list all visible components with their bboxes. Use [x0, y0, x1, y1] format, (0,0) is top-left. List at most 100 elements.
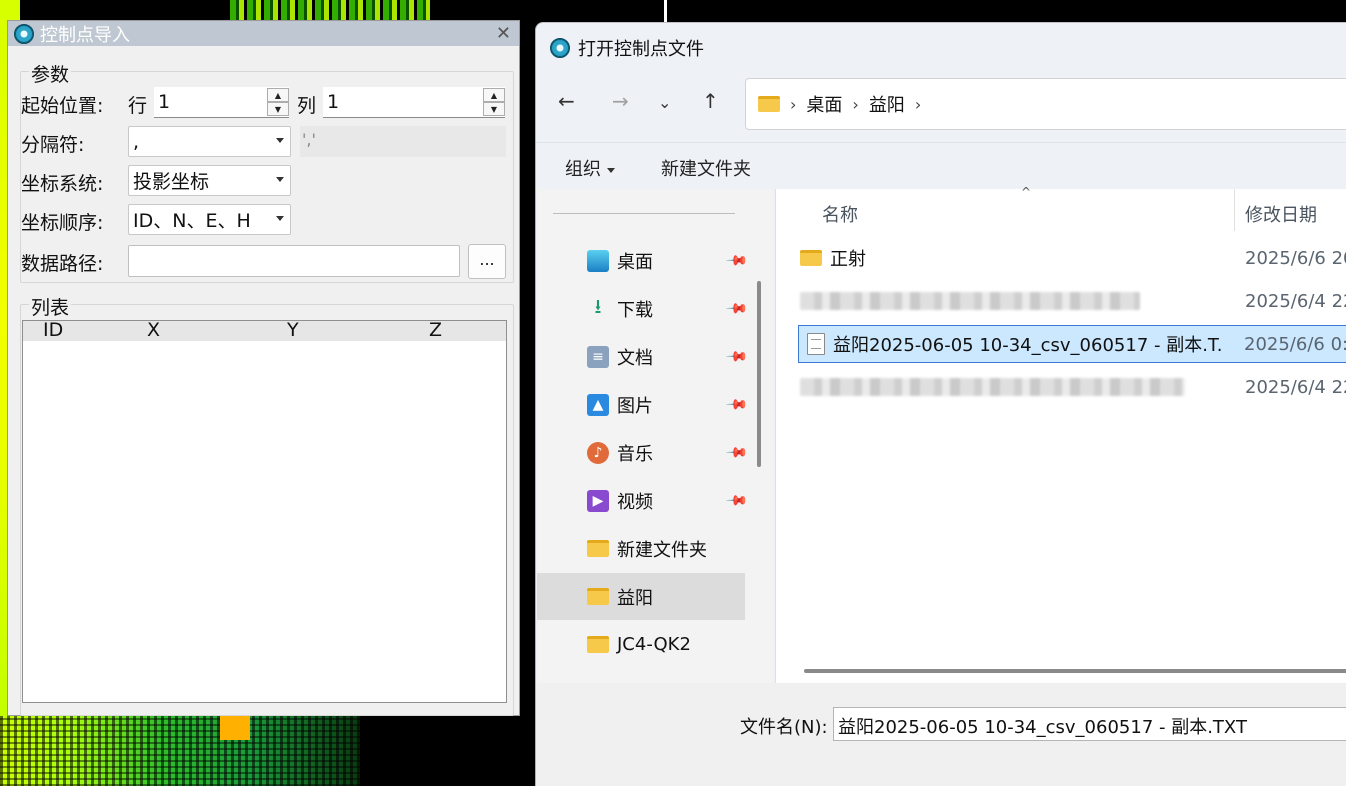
organize-button[interactable]: 组织 — [565, 155, 615, 181]
nav-item-desktop[interactable]: 桌面 📌 — [537, 237, 748, 284]
nav-item-jc4-qk2[interactable]: JC4-QK2 — [537, 621, 745, 668]
redacted-file-name — [800, 378, 1185, 396]
start-position-label: 起始位置: — [21, 95, 104, 117]
breadcrumb-desktop[interactable]: 桌面 — [806, 91, 842, 117]
breadcrumb-chevron-icon[interactable]: › — [790, 95, 796, 114]
address-bar[interactable]: › 桌面 › 益阳 › — [745, 78, 1346, 130]
file-toolbar: 组织 新建文件夹 — [536, 142, 1346, 188]
params-group-title: 参数 — [29, 60, 72, 87]
folder-icon — [587, 540, 609, 557]
nav-divider — [553, 213, 735, 214]
file-date: 2025/6/6 0: — [1244, 333, 1346, 355]
nav-item-downloads[interactable]: ⭳ 下载 📌 — [537, 285, 749, 332]
coord-system-combo[interactable]: 投影坐标 — [128, 165, 291, 196]
column-header-y[interactable]: Y — [287, 321, 299, 340]
point-cloud-strip-bottom — [0, 716, 360, 786]
nav-item-label: 下载 — [617, 299, 653, 321]
document-icon: ≡ — [587, 345, 609, 368]
column-spinbox[interactable]: 1 ▲ ▼ — [323, 87, 505, 118]
new-folder-button[interactable]: 新建文件夹 — [661, 155, 751, 181]
chevron-down-icon — [276, 216, 284, 221]
column-header-name[interactable]: 名称 — [822, 201, 858, 227]
row-down-icon[interactable]: ▼ — [267, 102, 289, 116]
coord-order-label: 坐标顺序: — [21, 212, 104, 234]
file-name: 益阳2025-06-05 10-34_csv_060517 - 副本.T... — [833, 335, 1221, 356]
up-arrow-icon[interactable]: ↑ — [702, 89, 719, 113]
column-label: 列 — [297, 95, 317, 117]
nav-item-documents[interactable]: ≡ 文档 📌 — [537, 333, 748, 380]
row-spinbox[interactable]: 1 ▲ ▼ — [154, 87, 289, 118]
column-header-z[interactable]: Z — [429, 321, 442, 340]
close-icon[interactable]: ✕ — [496, 23, 511, 44]
pin-icon[interactable]: 📌 — [724, 249, 748, 273]
column-header-x[interactable]: X — [147, 321, 160, 340]
nav-item-pictures[interactable]: ▲ 图片 📌 — [537, 381, 748, 428]
column-header-id[interactable]: ID — [43, 321, 63, 340]
list-group-title: 列表 — [29, 293, 72, 320]
column-separator[interactable] — [1234, 189, 1235, 231]
row-up-icon[interactable]: ▲ — [267, 88, 289, 102]
row-label: 行 — [128, 95, 148, 117]
file-date: 2025/6/4 22 — [1245, 376, 1346, 398]
browse-button[interactable]: ... — [468, 244, 506, 279]
column-up-icon[interactable]: ▲ — [483, 88, 505, 102]
desktop-icon — [587, 249, 609, 272]
download-icon: ⭳ — [594, 293, 602, 318]
list-item[interactable]: 正射 2025/6/6 20 — [800, 239, 1346, 277]
separator-preview: ',' — [300, 126, 506, 157]
breadcrumb-chevron-icon[interactable]: › — [915, 95, 921, 114]
pin-icon[interactable]: 📌 — [724, 441, 748, 465]
nav-item-new-folder[interactable]: 新建文件夹 — [537, 525, 745, 572]
navigation-pane: 桌面 📌 ⭳ 下载 📌 ≡ 文档 📌 ▲ 图片 📌 ♪ 音乐 📌 ▶ 视频 📌 — [537, 189, 773, 683]
nav-item-label: 桌面 — [617, 251, 653, 273]
point-cloud-strip-top — [230, 0, 430, 20]
file-dialog-title: 打开控制点文件 — [578, 39, 704, 60]
pictures-icon: ▲ — [587, 393, 609, 416]
coord-order-value: ID、N、E、H — [133, 210, 251, 232]
open-file-dialog: 打开控制点文件 ← → ⌄ ↑ › 桌面 › 益阳 › 组织 新建文件夹 桌面 … — [535, 22, 1346, 786]
nav-item-yiyang[interactable]: 益阳 — [537, 573, 745, 620]
nav-scrollbar[interactable] — [757, 281, 761, 467]
import-dialog-title-bar[interactable]: 控制点导入 — [8, 21, 519, 46]
recent-chevron-down-icon[interactable]: ⌄ — [658, 93, 671, 112]
file-name: 正射 — [830, 249, 866, 270]
nav-item-label: 文档 — [617, 347, 653, 369]
separator-combo[interactable]: , — [128, 126, 291, 157]
data-path-input[interactable] — [128, 245, 460, 277]
coord-system-value: 投影坐标 — [133, 171, 210, 193]
pin-icon[interactable]: 📌 — [724, 297, 748, 321]
control-point-import-dialog: 控制点导入 ✕ 参数 起始位置: 行 1 ▲ ▼ 列 1 ▲ ▼ 分隔符: , ',… — [7, 20, 520, 716]
list-item[interactable]: 2025/6/4 22 — [800, 368, 1346, 406]
control-point-table[interactable]: ID X Y Z — [22, 320, 507, 703]
nav-item-label: 益阳 — [617, 587, 653, 609]
point-cloud-hotspot — [220, 716, 250, 740]
file-dialog-title-bar[interactable]: 打开控制点文件 — [550, 35, 704, 61]
folder-icon — [587, 588, 609, 605]
nav-item-videos[interactable]: ▶ 视频 📌 — [537, 477, 748, 524]
pin-icon[interactable]: 📌 — [724, 393, 748, 417]
back-arrow-icon[interactable]: ← — [558, 89, 575, 113]
nav-item-label: 视频 — [617, 491, 653, 513]
column-down-icon[interactable]: ▼ — [483, 102, 505, 116]
app-logo-icon — [550, 38, 570, 58]
list-item-selected[interactable]: 益阳2025-06-05 10-34_csv_060517 - 副本.T... … — [798, 325, 1346, 363]
chevron-down-icon — [607, 167, 615, 173]
app-logo-icon — [14, 23, 34, 44]
forward-arrow-icon[interactable]: → — [612, 89, 629, 113]
breadcrumb-yiyang[interactable]: 益阳 — [869, 91, 905, 117]
pin-icon[interactable]: 📌 — [724, 345, 748, 369]
file-list-scrollbar[interactable] — [804, 669, 1346, 673]
text-file-icon — [807, 333, 825, 355]
filename-input[interactable]: 益阳2025-06-05 10-34_csv_060517 - 副本.TXT — [833, 707, 1346, 741]
column-header-modified[interactable]: 修改日期 — [1245, 201, 1317, 227]
import-dialog-title: 控制点导入 — [40, 24, 130, 46]
pin-icon[interactable]: 📌 — [724, 489, 748, 513]
coord-order-combo[interactable]: ID、N、E、H — [128, 204, 291, 235]
list-item[interactable]: 2025/6/4 22 — [800, 282, 1346, 320]
nav-item-music[interactable]: ♪ 音乐 📌 — [537, 429, 748, 476]
breadcrumb-chevron-icon[interactable]: › — [852, 95, 858, 114]
organize-label: 组织 — [565, 159, 601, 180]
chevron-down-icon — [276, 138, 284, 143]
separator-value: , — [133, 130, 140, 153]
filename-label: 文件名(N): — [740, 717, 828, 738]
